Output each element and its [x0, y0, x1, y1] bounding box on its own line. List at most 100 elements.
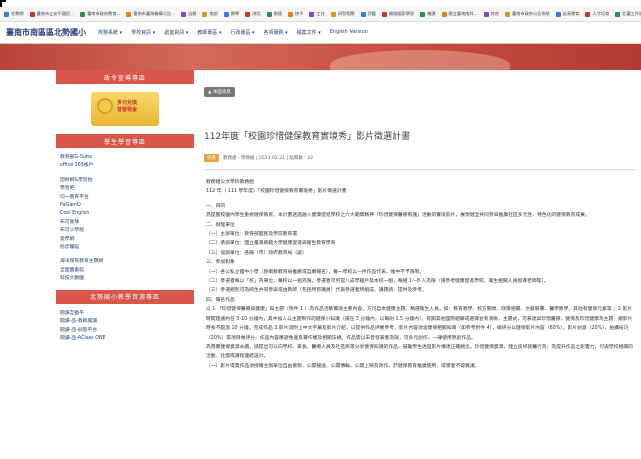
bookmark-label: 北教網	[11, 11, 24, 16]
bookmark-item[interactable]: 樹德	[266, 11, 283, 17]
bookmark-label: 臺南市立安平國民...	[36, 11, 75, 16]
sidebar-link[interactable]: 閱讀互動平	[60, 310, 194, 318]
coin-icon	[97, 98, 113, 114]
bookmark-item[interactable]: 教學	[223, 11, 239, 17]
corner-mark	[0, 0, 6, 7]
sidebar-link[interactable]: 科技大觀園	[60, 275, 194, 283]
sidebar-link[interactable]: 均一教育平台	[60, 194, 194, 202]
body-paragraph: （一）影片得獎作品須授權主辦單位自由重製、公開播送、公開傳輸、公開上映及改作，於…	[206, 363, 480, 369]
bookmark-favicon-icon	[505, 11, 511, 17]
sidebar-link[interactable]: 海洋保育教育主題網	[60, 258, 194, 266]
site-title[interactable]: 臺南市南區區北勢國小	[6, 27, 86, 38]
body-paragraph: 四、報名作品	[206, 297, 235, 303]
bookmark-favicon-icon	[80, 11, 86, 17]
bookmark-item[interactable]: 其他	[483, 11, 499, 17]
bookmark-item[interactable]: 人才培育	[585, 11, 609, 17]
teacher-panel-heading: 北勢國小教學資源專區	[56, 289, 194, 304]
bookmark-favicon-icon	[555, 11, 561, 17]
sidebar-link[interactable]: Cool English	[60, 210, 194, 218]
bookmark-item[interactable]: 補課	[420, 11, 436, 17]
nav-menu-item[interactable]: 行政專區 ▾	[230, 29, 254, 36]
promo-banner-text: 多元兌換 普發現金	[117, 100, 137, 114]
bookmark-item[interactable]: 評鑑	[360, 11, 376, 17]
sidebar-link[interactable]: 教育部G-Suite	[60, 154, 194, 162]
bookmark-label: 臺南市政府教育...	[87, 11, 121, 16]
body-paragraph: 112 年（ 111 學年度）「校園珍惜健保教育實境秀」影片徵選計畫	[206, 189, 347, 195]
nav-menu-item[interactable]: 學校資訊 ▾	[131, 29, 155, 36]
bookmark-item[interactable]: 國立臺南南科...	[441, 11, 478, 17]
sidebar-link[interactable]: 閱讀-品-創思平台	[60, 327, 194, 335]
site-header: 臺南市南區區北勢國小 校務系統 ▾ 學校資訊 ▾ 處室資訊 ▾ 教師專區 ▾ 行政專區 …	[0, 22, 641, 44]
category-tag[interactable]: 訊息	[204, 154, 219, 162]
bookmark-label: 開發國家學習	[388, 11, 415, 16]
bookmark-item[interactable]: 臺南市政府公告系統	[505, 11, 550, 17]
body-paragraph: （三）協辦單位：各縣（市）政府教育局（處）	[206, 250, 307, 256]
bookmark-favicon-icon	[202, 11, 208, 17]
bookmark-label: 評鑑	[367, 11, 376, 16]
bookmark-item[interactable]: 快平	[288, 11, 303, 17]
sidebar-link[interactable]: office 365帳戶	[60, 162, 194, 170]
sidebar-link[interactable]: 防詐騙館	[60, 244, 194, 252]
bookmark-item[interactable]: 自救	[181, 11, 196, 17]
sidebar-link[interactable]: 布可星球	[60, 219, 194, 227]
bookmark-favicon-icon	[288, 11, 294, 17]
nav-menu-item[interactable]: English Version	[330, 29, 368, 36]
nav-menu-item[interactable]: 各項服務 ▾	[264, 29, 288, 36]
bookmark-label: 快平	[295, 11, 304, 16]
promo-panel-heading: 政令宣導專區	[56, 70, 194, 84]
bookmark-label: 人才培育	[592, 11, 610, 16]
bookmark-favicon-icon	[330, 11, 336, 17]
bookmark-item[interactable]: 臺南市臺灣機構公告...	[126, 11, 175, 17]
bookmark-item[interactable]: 北臺工作區	[615, 11, 641, 17]
bookmark-item[interactable]: 北教網	[4, 11, 24, 17]
section-badge[interactable]: ▲ 本區訊息	[204, 87, 235, 97]
bookmark-item[interactable]: 南部	[202, 11, 218, 17]
sidebar-link[interactable]: 愛學網	[60, 236, 194, 244]
student-panel-heading: 學生學習專區	[56, 134, 194, 148]
promo-banner[interactable]: 多元兌換 普發現金	[91, 92, 159, 126]
header-banner	[0, 44, 641, 70]
bookmark-label: 臺南市政府公告系統	[512, 11, 550, 16]
nav-menu-item[interactable]: 教師專區 ▾	[197, 29, 221, 36]
bookmark-label: 研習相關	[337, 11, 355, 16]
bookmarks-bar: 北教網 臺南市立安平國民... 臺南市政府教育... 臺南市臺灣機構公告... 自救 南部…	[0, 7, 641, 22]
article-body: 教務組公文學校教務組 112 年（ 111 學年度）「校園珍惜健保教育實境秀」影片…	[204, 178, 636, 371]
bookmark-favicon-icon	[615, 11, 621, 17]
main-content: ▲ 本區訊息 112年度「校園珍惜健保教育實境秀」影片徵選計畫 訊息 教務處 -…	[204, 78, 641, 459]
bookmark-label: 延長教育	[562, 11, 580, 16]
nav-menu-item[interactable]: 校務系統 ▾	[98, 29, 122, 36]
sidebar-link[interactable]: 全國圖書館	[60, 267, 194, 275]
bookmark-label: 臺南市臺灣機構公告...	[133, 11, 176, 16]
nav-menu-item[interactable]: 檔案文件 ▾	[297, 29, 321, 36]
teacher-links-list: 閱讀互動平 閱讀-品-教師閱讀 閱讀-品-創思平台 閱讀-品-AClass ONE	[56, 304, 194, 350]
bookmark-favicon-icon	[420, 11, 426, 17]
bookmark-favicon-icon	[381, 11, 387, 17]
body-paragraph: 教務組公文學校教務組	[206, 180, 254, 185]
sidebar-link[interactable]: 因材網&學習拍	[60, 177, 194, 185]
bookmark-favicon-icon	[181, 11, 187, 17]
body-paragraph: 二、辦理單位	[206, 222, 235, 228]
bookmark-favicon-icon	[126, 11, 132, 17]
bookmark-item[interactable]: 工作	[309, 11, 325, 17]
bookmark-favicon-icon	[360, 11, 366, 17]
post-meta: 訊息 教務處 - 學務組 | 2023-02-21 | 點閱數：22	[204, 154, 641, 162]
bookmark-label: 樹德	[273, 11, 283, 16]
bookmark-item[interactable]: 延長教育	[555, 11, 580, 17]
student-links-list: 教育部G-Suite office 365帳戶 因材網&學習拍 學習吧 均一教育平台 Pa…	[56, 148, 194, 290]
bookmark-item[interactable]: 開發國家學習	[381, 11, 415, 17]
sidebar-link[interactable]: 學習吧	[60, 185, 194, 193]
bookmark-item[interactable]: 臺南市立安平國民...	[29, 11, 75, 17]
promo-line-2: 普發現金	[117, 107, 138, 113]
bookmark-item[interactable]: 臺南市政府教育...	[80, 11, 120, 17]
meta-text: 教務處 - 學務組 | 2023-02-21 | 點閱數：22	[223, 156, 314, 161]
sidebar-link[interactable]: 布可小學版	[60, 227, 194, 235]
bookmark-item[interactable]: 研習相關	[330, 11, 355, 17]
promo-line-1: 多元兌換	[117, 100, 138, 106]
sidebar-link[interactable]: PaGamO	[60, 202, 194, 210]
bookmark-label: 工作	[316, 11, 325, 16]
bookmark-item[interactable]: 湖北	[245, 11, 261, 17]
sidebar-link[interactable]: 閱讀-品-教師閱讀	[60, 318, 194, 326]
nav-menu-item[interactable]: 處室資訊 ▾	[164, 29, 188, 36]
bookmark-favicon-icon	[266, 11, 272, 17]
sidebar-link[interactable]: 閱讀-品-AClass ONE	[60, 335, 194, 343]
